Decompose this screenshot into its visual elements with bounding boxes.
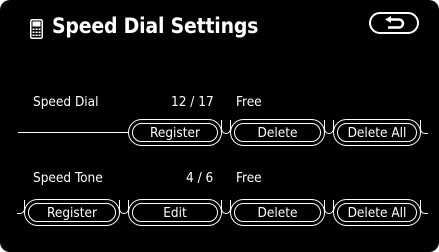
phone-icon xyxy=(30,19,43,39)
speed-tone-edit-label: Edit xyxy=(132,203,218,222)
speed-dial-delete-all-label: Delete All xyxy=(337,123,417,142)
speed-dial-free-label: Free xyxy=(236,94,262,110)
speed-dial-rail xyxy=(18,132,128,133)
rail-end-cap xyxy=(420,200,428,214)
speed-tone-register-label: Register xyxy=(28,203,116,222)
speed-tone-count: 4 / 6 xyxy=(186,170,214,186)
rail-end-cap xyxy=(420,120,428,134)
page-title: Speed Dial Settings xyxy=(52,14,259,38)
speed-dial-register-label: Register xyxy=(132,123,218,142)
speed-dial-delete-all-button[interactable]: Delete All xyxy=(333,119,421,146)
return-arrow-icon xyxy=(385,16,405,29)
speed-tone-edit-button[interactable]: Edit xyxy=(128,199,222,226)
speed-dial-settings-screen: Speed Dial Settings Speed Dial 12 / 17 F… xyxy=(0,0,439,252)
back-button[interactable] xyxy=(369,12,419,34)
speed-tone-register-button[interactable]: Register xyxy=(24,199,120,226)
speed-tone-delete-all-label: Delete All xyxy=(337,203,417,222)
speed-tone-delete-button[interactable]: Delete xyxy=(230,199,325,226)
speed-tone-delete-all-button[interactable]: Delete All xyxy=(333,199,421,226)
speed-dial-label: Speed Dial xyxy=(33,94,99,110)
speed-dial-delete-button[interactable]: Delete xyxy=(230,119,325,146)
speed-tone-delete-label: Delete xyxy=(234,203,321,222)
speed-dial-delete-label: Delete xyxy=(234,123,321,142)
speed-dial-count: 12 / 17 xyxy=(171,94,214,110)
speed-tone-free-label: Free xyxy=(236,170,262,186)
speed-dial-register-button[interactable]: Register xyxy=(128,119,222,146)
speed-tone-label: Speed Tone xyxy=(33,170,103,186)
